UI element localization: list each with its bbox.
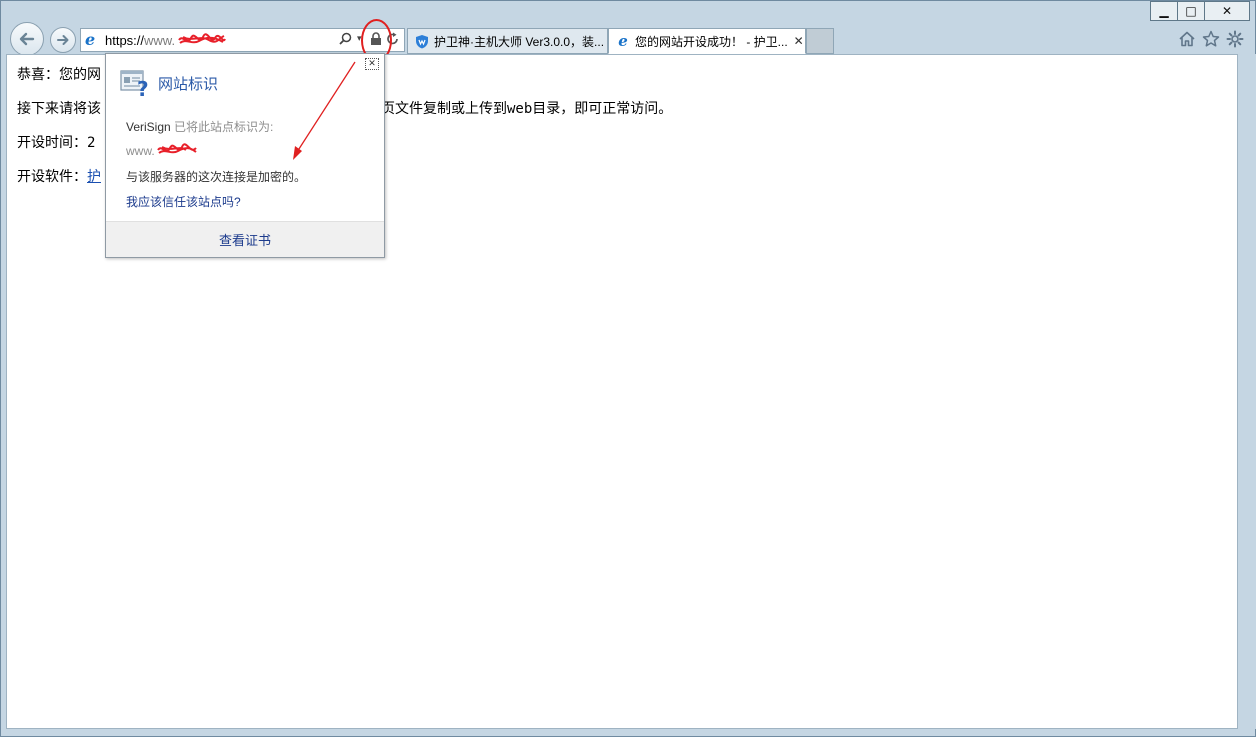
popup-close-button[interactable]: ✕	[365, 58, 379, 70]
home-icon[interactable]	[1178, 30, 1196, 53]
content-line-2-prefix: 接下来请将该	[17, 101, 101, 117]
software-link[interactable]: 护	[87, 169, 101, 185]
ie-icon: e	[85, 30, 96, 49]
forward-button[interactable]	[50, 27, 76, 53]
issuer-name: VeriSign	[126, 120, 171, 134]
back-button[interactable]	[10, 22, 44, 56]
trust-site-link[interactable]: 我应该信任该站点吗?	[126, 193, 241, 210]
content-line-2-suffix: 的网页文件复制或上传到web目录，即可正常访问。	[353, 101, 673, 117]
tab-close-button[interactable]: ✕	[794, 34, 804, 48]
tab-label: 您的网站开设成功！ - 护卫...	[635, 34, 788, 49]
identified-host: www.	[126, 144, 155, 158]
content-line-1: 恭喜：您的网	[17, 67, 101, 83]
tab-huweishen[interactable]: 护卫神·主机大师 Ver3.0.0，装...	[407, 28, 608, 54]
site-identity-icon: ?	[120, 70, 149, 98]
maximize-button[interactable]: □	[1177, 1, 1205, 21]
tab-label: 护卫神·主机大师 Ver3.0.0，装...	[434, 34, 605, 49]
site-identity-popup: ✕ ? 网站标识 VeriSign 已将此站点标识为: www. 与该服务器的这…	[105, 53, 385, 258]
minimize-button[interactable]: ▁	[1150, 1, 1178, 21]
address-bar[interactable]: e https://www. ▾	[80, 28, 405, 52]
forward-arrow-icon	[57, 35, 69, 45]
back-arrow-icon	[19, 32, 35, 46]
encrypted-text: 与该服务器的这次连接是加密的。	[126, 170, 307, 184]
url-scheme: https://	[105, 33, 145, 48]
settings-gear-icon[interactable]	[1226, 30, 1244, 53]
issuer-line: VeriSign 已将此站点标识为:	[126, 118, 273, 135]
view-certificate-button[interactable]: 查看证书	[106, 221, 384, 257]
url-host: www.	[144, 33, 176, 48]
svg-text:?: ?	[137, 77, 149, 98]
content-line-4: 开设软件：护	[17, 166, 101, 186]
search-icon[interactable]	[339, 32, 352, 49]
shield-icon	[414, 33, 430, 49]
content-line-4-prefix: 开设软件：	[17, 169, 87, 185]
issuer-text: 已将此站点标识为:	[174, 120, 274, 134]
tab-site-success[interactable]: e 您的网站开设成功！ - 护卫... ✕	[608, 28, 806, 54]
window-caption-buttons: ▁ □ ✕	[1150, 1, 1250, 21]
popup-title: 网站标识	[158, 76, 219, 93]
redaction-scribble	[178, 33, 226, 44]
url-text[interactable]: https://www.	[105, 33, 175, 48]
ie-icon: e	[618, 32, 628, 50]
content-line-3: 开设时间：2	[17, 135, 96, 151]
new-tab-button[interactable]	[806, 28, 834, 54]
host-redaction-scribble	[157, 143, 197, 154]
close-button[interactable]: ✕	[1204, 1, 1250, 21]
favorites-star-icon[interactable]	[1202, 30, 1220, 53]
toolbar-icons	[1178, 30, 1244, 53]
vertical-scrollbar[interactable]	[1238, 54, 1256, 729]
